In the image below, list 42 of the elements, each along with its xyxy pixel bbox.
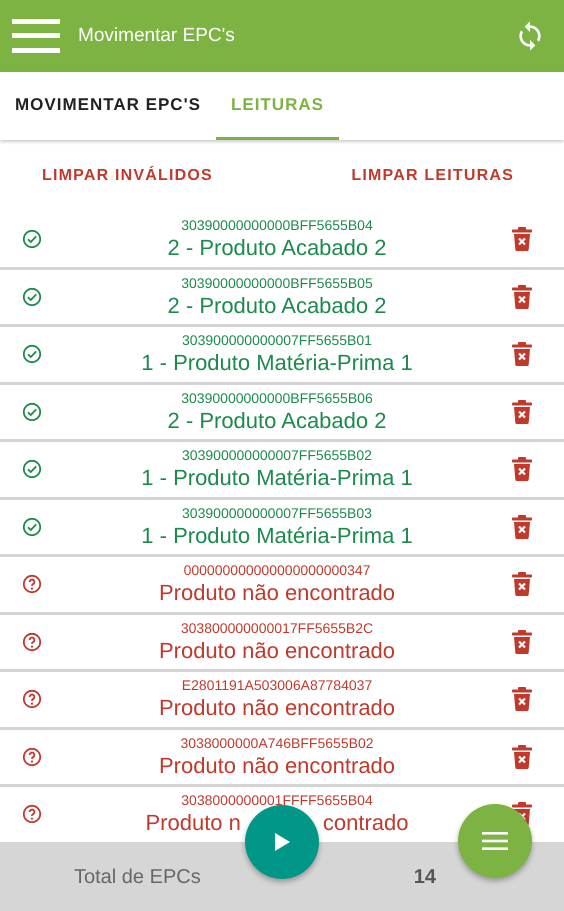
epc-code: 303900000000007FF5655B02	[182, 447, 372, 464]
product-name: 2 - Produto Acabado 2	[168, 406, 386, 434]
product-name: 1 - Produto Matéria-Prima 1	[141, 349, 413, 376]
total-label: Total de EPCs	[74, 866, 202, 888]
product-name: 1 - Produto Matéria-Prima 1	[141, 522, 413, 549]
epc-code: 30390000000000BFF5655B05	[181, 274, 373, 292]
total-count: 14	[414, 866, 436, 888]
epc-code: E2801191A503006A87784037	[182, 677, 372, 694]
clear-button[interactable]: LIMPAR LEITURAS	[339, 159, 526, 193]
tab[interactable]: MOVIMENTAR EPC'S	[0, 72, 216, 140]
epc-code: 30390000000000BFF5655B04	[181, 217, 373, 234]
epc-code: 30390000000000BFF5655B06	[181, 390, 373, 407]
product-name: Produto não encontrado	[158, 694, 396, 722]
menu-icon	[482, 832, 508, 850]
product-name: 2 - Produto Acabado 2	[168, 292, 386, 319]
product-name: 1 - Produto Matéria-Prima 1	[141, 464, 413, 492]
epc-code: 000000000000000000000347	[184, 562, 370, 580]
delete-icon[interactable]	[512, 457, 532, 482]
product-name: 2 - Produto Acabado 2	[168, 234, 386, 262]
app-title: Movimentar EPC's	[78, 25, 236, 47]
delete-icon[interactable]	[512, 630, 532, 654]
delete-icon[interactable]	[512, 400, 532, 424]
delete-icon[interactable]	[512, 687, 532, 712]
product-name: contrado	[322, 809, 409, 836]
clear-button[interactable]: LIMPAR INVÁLIDOS	[30, 159, 225, 193]
product-name: Produto não encontrado	[158, 579, 396, 606]
product-name: Produto não encontrado	[158, 752, 396, 779]
play-icon	[273, 832, 291, 852]
epc-code: 303900000000007FF5655B01	[182, 332, 372, 350]
play-button[interactable]	[245, 805, 319, 879]
delete-icon[interactable]	[512, 514, 532, 539]
product-name: Produto n	[145, 809, 241, 836]
delete-icon[interactable]	[512, 572, 532, 596]
epc-code: 3038000000001FFFF5655B04	[181, 792, 373, 810]
delete-icon[interactable]	[512, 227, 532, 252]
delete-icon[interactable]	[512, 744, 532, 769]
delete-icon[interactable]	[512, 284, 532, 309]
epc-code: 303800000000017FF5655B2C	[180, 620, 374, 637]
epc-code: 303900000000007FF5655B03	[182, 504, 372, 522]
product-name: Produto não encontrado	[158, 636, 396, 664]
epc-code: 3038000000A746BFF5655B02	[180, 734, 374, 752]
delete-icon[interactable]	[512, 342, 532, 366]
